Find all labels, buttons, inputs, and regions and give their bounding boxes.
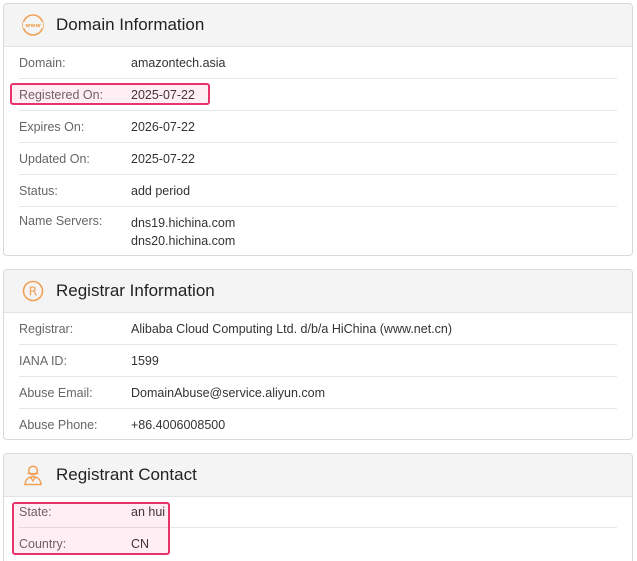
row-iana-id: IANA ID: 1599 bbox=[19, 345, 617, 377]
row-registered-on: Registered On: 2025-07-22 bbox=[19, 79, 617, 111]
field-label: Status: bbox=[19, 183, 58, 198]
registrar-information-header: R Registrar Information bbox=[4, 270, 632, 313]
domain-information-header: www Domain Information bbox=[4, 4, 632, 47]
svg-text:www: www bbox=[25, 23, 41, 29]
field-label: Country: bbox=[19, 537, 67, 551]
person-icon bbox=[21, 463, 45, 487]
section-title: Registrar Information bbox=[56, 281, 215, 300]
row-abuse-phone: Abuse Phone: +86.4006008500 bbox=[19, 409, 617, 439]
field-value: 2026-07-22 bbox=[131, 119, 195, 134]
registrant-contact-header: Registrant Contact bbox=[4, 454, 632, 497]
section-title: Registrant Contact bbox=[56, 465, 197, 484]
field-value: Alibaba Cloud Computing Ltd. d/b/a HiChi… bbox=[131, 321, 453, 336]
field-value: +86.4006008500 bbox=[131, 418, 226, 432]
field-label: Name Servers: bbox=[19, 214, 103, 228]
registrar-information-card: R Registrar Information Registrar: Aliba… bbox=[3, 269, 633, 440]
field-label: Registered On: bbox=[19, 87, 104, 102]
row-registrar: Registrar: Alibaba Cloud Computing Ltd. … bbox=[19, 313, 617, 345]
row-expires-on: Expires On: 2026-07-22 bbox=[19, 111, 617, 143]
section-title: Domain Information bbox=[56, 15, 205, 34]
field-value: DomainAbuse@service.aliyun.com bbox=[131, 385, 326, 400]
svg-text:R: R bbox=[29, 284, 38, 299]
field-label: Registrar: bbox=[19, 321, 74, 336]
field-value: CN bbox=[131, 537, 150, 551]
registered-icon: R bbox=[21, 279, 45, 303]
field-label: IANA ID: bbox=[19, 353, 67, 368]
registrant-contact-card: Registrant Contact State: an hui Country… bbox=[3, 453, 633, 561]
field-label: Abuse Email: bbox=[19, 385, 93, 400]
row-name-servers: Name Servers: dns19.hichina.com dns20.hi… bbox=[19, 207, 617, 253]
name-server-list: dns19.hichina.com dns20.hichina.com bbox=[131, 214, 235, 250]
www-icon: www bbox=[21, 13, 45, 37]
row-domain: Domain: amazontech.asia bbox=[19, 47, 617, 79]
field-label: Abuse Phone: bbox=[19, 418, 98, 432]
field-value: amazontech.asia bbox=[131, 55, 226, 70]
domain-information-card: www Domain Information Domain: amazontec… bbox=[3, 3, 633, 256]
row-country: Country: CN bbox=[19, 528, 617, 560]
field-label: State: bbox=[19, 505, 52, 519]
field-label: Updated On: bbox=[19, 151, 90, 166]
field-label: Domain: bbox=[19, 55, 66, 70]
name-server: dns19.hichina.com bbox=[131, 216, 236, 230]
field-value: 2025-07-22 bbox=[131, 87, 195, 102]
row-abuse-email: Abuse Email: DomainAbuse@service.aliyun.… bbox=[19, 377, 617, 409]
row-state: State: an hui bbox=[19, 497, 617, 528]
row-updated-on: Updated On: 2025-07-22 bbox=[19, 143, 617, 175]
field-label: Expires On: bbox=[19, 119, 85, 134]
field-value: add period bbox=[131, 183, 191, 198]
field-value: 2025-07-22 bbox=[131, 151, 195, 166]
row-status: Status: add period bbox=[19, 175, 617, 207]
field-value: 1599 bbox=[131, 353, 159, 368]
field-value: an hui bbox=[131, 505, 166, 519]
name-server: dns20.hichina.com bbox=[131, 234, 236, 248]
